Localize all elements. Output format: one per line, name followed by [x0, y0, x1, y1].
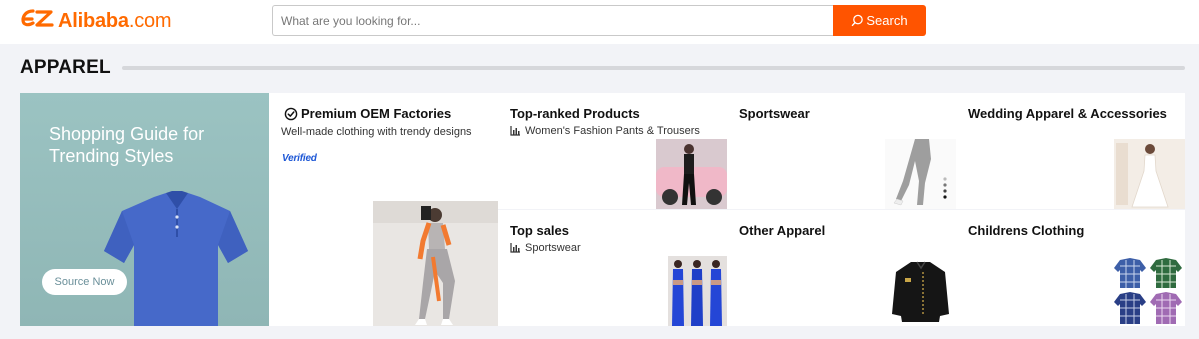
source-now-button[interactable]: Source Now [42, 269, 127, 295]
card-title: Sportswear [739, 106, 810, 121]
search-button[interactable]: Search [833, 5, 926, 36]
oem-card-title: Premium OEM Factories [301, 106, 452, 121]
fashion-pants-product-image [656, 139, 727, 209]
logo-domain: .com [128, 9, 172, 32]
sportswear-card[interactable]: Sportswear [727, 93, 956, 209]
section-title: APPAREL [20, 57, 111, 78]
verified-badge: Verified [282, 153, 317, 164]
section-divider [122, 66, 1185, 70]
search-button-label: Search [866, 13, 908, 28]
logo-name: Alibaba [58, 9, 129, 32]
bar-chart-icon [510, 126, 520, 136]
card-title: Other Apparel [739, 223, 826, 238]
oem-card-subtitle: Well-made clothing with trendy designs [281, 126, 472, 138]
other-apparel-card[interactable]: Other Apparel [727, 210, 956, 326]
sportswear-sets-image [668, 256, 727, 326]
wedding-dress-image [1114, 139, 1185, 209]
card-subtitle: Sportswear [525, 242, 581, 254]
search-bar: Search [272, 5, 926, 36]
wedding-apparel-card[interactable]: Wedding Apparel & Accessories [956, 93, 1185, 209]
card-title: Top sales [510, 223, 570, 238]
card-subtitle: Women's Fashion Pants & Trousers [525, 125, 700, 137]
search-icon [852, 14, 864, 27]
polo-shirt-image [104, 191, 248, 326]
search-input[interactable] [272, 5, 833, 36]
shopping-guide-banner[interactable]: Shopping Guide for Trending Styles Sourc… [20, 93, 269, 326]
card-subtitle-row: Sportswear [510, 242, 581, 254]
oem-card-title-row: Premium OEM Factories [284, 106, 451, 121]
sportswear-leggings-image [885, 139, 956, 209]
top-bar: Alibaba.com Search [0, 0, 1199, 44]
verified-check-icon [284, 107, 298, 120]
bar-chart-icon [510, 243, 520, 253]
card-title: Top-ranked Products [510, 106, 640, 121]
alibaba-logo-icon [20, 7, 54, 35]
card-title: Childrens Clothing [968, 223, 1085, 238]
card-title: Wedding Apparel & Accessories [968, 106, 1167, 121]
alibaba-logo[interactable]: Alibaba.com [20, 7, 172, 35]
activewear-model-image [373, 201, 498, 326]
top-ranked-products-card[interactable]: Top-ranked Products Women's Fashion Pant… [498, 93, 727, 209]
banner-title: Shopping Guide for Trending Styles [49, 124, 205, 166]
card-subtitle-row: Women's Fashion Pants & Trousers [510, 125, 700, 137]
premium-oem-card[interactable]: Premium OEM Factories Well-made clothing… [269, 93, 498, 326]
plaid-shirts-image [1114, 256, 1185, 326]
logo-wordmark: Alibaba.com [58, 9, 172, 33]
childrens-clothing-card[interactable]: Childrens Clothing [956, 210, 1185, 326]
black-jacket-image [885, 256, 956, 326]
top-sales-card[interactable]: Top sales Sportswear [498, 210, 727, 326]
